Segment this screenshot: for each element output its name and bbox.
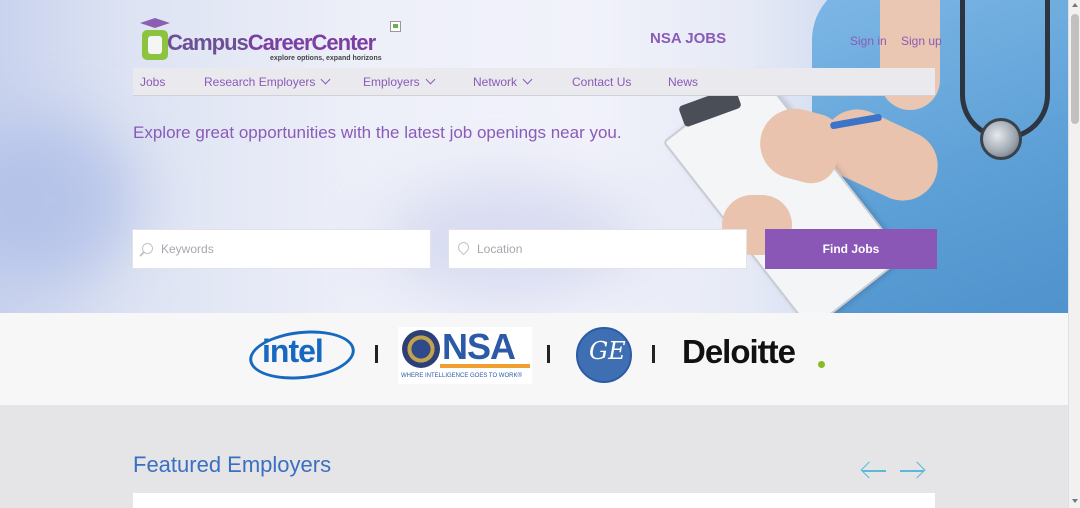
search-icon (142, 243, 153, 254)
partner-logos-strip (0, 313, 1068, 405)
chevron-down-icon (425, 74, 436, 85)
page-scrollbar[interactable] (1068, 0, 1080, 508)
hero-tagline: Explore great opportunities with the lat… (133, 123, 622, 142)
nav-item-label: News (668, 75, 699, 89)
featured-employers-title: Featured Employers (133, 452, 332, 477)
logo-text-campus: Campus (167, 30, 249, 55)
logo-tagline: explore options, expand horizons (270, 55, 382, 62)
chevron-down-icon (320, 74, 331, 85)
keywords-input[interactable] (161, 230, 424, 268)
nav-item-news[interactable]: News (668, 75, 698, 89)
logo-text-careercenter: CareerCenter (247, 30, 376, 55)
nsa-logo-tagline: WHERE INTELLIGENCE GOES TO WORK® (401, 373, 522, 379)
scroll-down-arrow-icon[interactable] (1072, 499, 1078, 503)
find-jobs-button[interactable]: Find Jobs (765, 229, 937, 269)
nav-item-label: Research Employers (204, 75, 316, 89)
chevron-down-icon (522, 74, 533, 85)
main-nav: Jobs Research Employers Employers Networ… (133, 68, 935, 96)
carousel-next-arrow-icon[interactable] (900, 461, 926, 481)
nav-item-label: Employers (363, 75, 420, 89)
hero-background-blur (0, 120, 140, 280)
deloitte-logo-dot (818, 361, 825, 368)
nav-item-label: Contact Us (572, 75, 632, 89)
nsa-seal-icon (402, 330, 440, 368)
site-logo[interactable]: CampusCareerCenter explore options, expa… (140, 18, 390, 68)
location-input[interactable] (477, 230, 740, 268)
nav-item-jobs[interactable]: Jobs (140, 75, 165, 89)
broken-image-icon (390, 21, 401, 32)
logo-separator (547, 345, 550, 363)
deloitte-logo[interactable]: Deloitte (682, 333, 796, 371)
nav-item-contact-us[interactable]: Contact Us (572, 75, 631, 89)
nav-item-label: Jobs (140, 75, 166, 89)
logo-mark-icon (142, 30, 168, 60)
nav-item-label: Network (473, 75, 518, 89)
sign-in-link[interactable]: Sign in (850, 34, 887, 48)
sign-up-link[interactable]: Sign up (901, 34, 942, 48)
logo-separator (652, 345, 655, 363)
carousel-prev-arrow-icon[interactable] (860, 461, 888, 481)
nsa-logo-bar (440, 364, 530, 368)
scroll-up-arrow-icon[interactable] (1072, 3, 1078, 7)
nav-item-research-employers[interactable]: Research Employers (204, 74, 331, 89)
featured-employers-card (133, 493, 935, 508)
ge-logo-text: GE (589, 337, 626, 365)
stethoscope-head-image (980, 118, 1022, 160)
site-title: NSA JOBS (650, 30, 727, 47)
logo-wordmark: CampusCareerCenter (167, 30, 376, 56)
nav-item-network[interactable]: Network (473, 74, 533, 89)
keywords-field[interactable] (132, 229, 431, 269)
location-pin-icon (455, 239, 472, 256)
graduation-cap-icon (140, 18, 170, 28)
intel-logo[interactable]: intel (262, 333, 324, 370)
nav-item-employers[interactable]: Employers (363, 74, 436, 89)
scrollbar-thumb[interactable] (1071, 14, 1079, 124)
nsa-logo-text: NSA (442, 326, 516, 367)
logo-separator (375, 345, 378, 363)
location-field[interactable] (448, 229, 747, 269)
